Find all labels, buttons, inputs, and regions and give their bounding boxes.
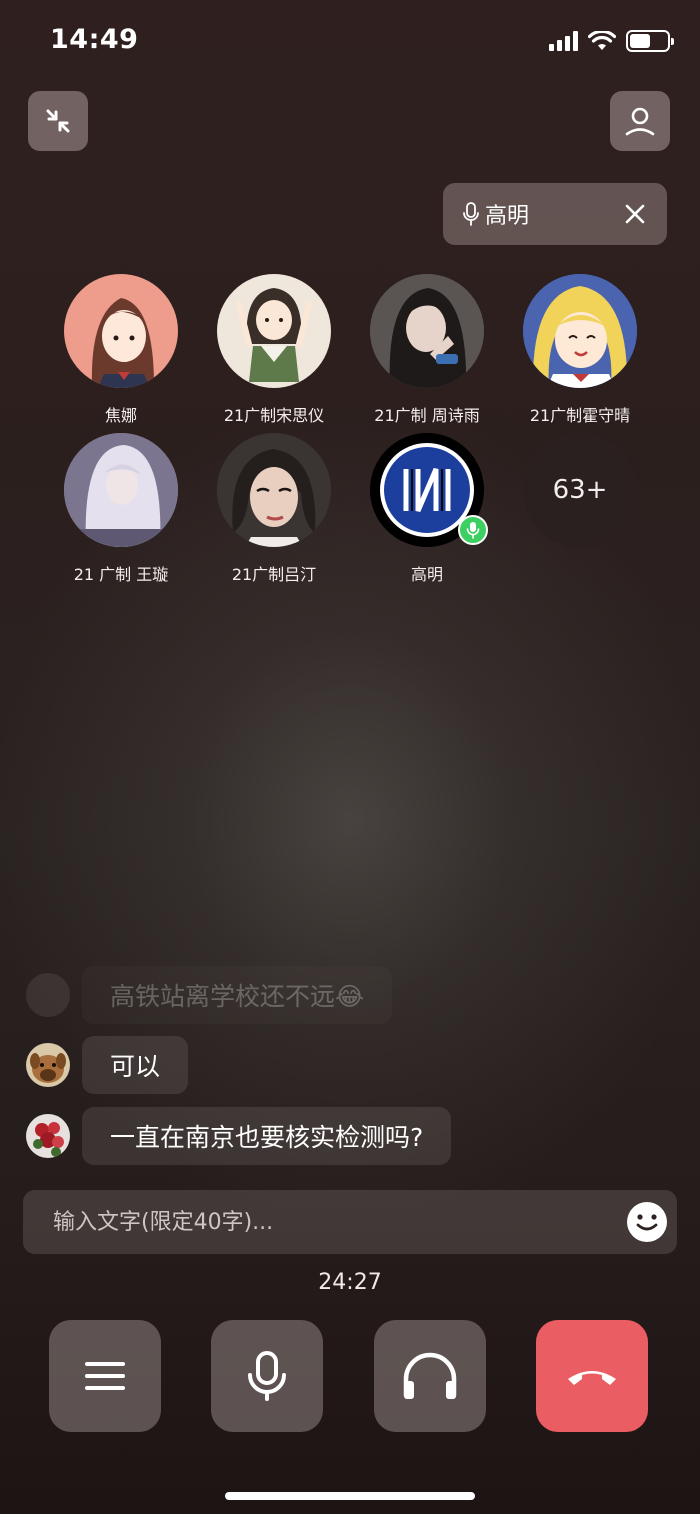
participant-name: 21广制吕汀 bbox=[231, 565, 317, 584]
participant-tile[interactable]: 21 广制 王璇 bbox=[56, 433, 186, 585]
photo-silver-hair-avatar bbox=[64, 433, 178, 547]
cartoon-woman-avatar bbox=[217, 433, 331, 547]
participant-tile[interactable]: 焦娜 bbox=[56, 274, 186, 426]
call-timer: 24:27 bbox=[318, 1270, 382, 1295]
menu-button[interactable] bbox=[49, 1320, 161, 1432]
emoji-button[interactable] bbox=[627, 1202, 667, 1242]
chat-bubble: 可以 bbox=[82, 1036, 189, 1094]
profile-button[interactable] bbox=[610, 91, 670, 151]
chat-message: 可以 bbox=[26, 1036, 189, 1094]
participant-name: 高明 bbox=[410, 565, 443, 584]
chat-input[interactable] bbox=[53, 1209, 613, 1235]
participant-name: 21广制宋思仪 bbox=[223, 406, 325, 425]
participant-tile[interactable]: 高明 bbox=[362, 433, 492, 585]
more-participants-button[interactable]: 63+ bbox=[515, 433, 645, 547]
more-participants-count: 63+ bbox=[523, 433, 637, 547]
cartoon-sweater-avatar bbox=[217, 274, 331, 388]
microphone-icon bbox=[248, 1351, 286, 1401]
chat-avatar bbox=[26, 973, 70, 1017]
chat-bubble: 一直在南京也要核实检测吗? bbox=[82, 1107, 452, 1165]
minimize-button[interactable] bbox=[28, 91, 88, 151]
current-speaker-pill: 高明 bbox=[443, 183, 667, 245]
microphone-small-icon bbox=[463, 202, 479, 226]
participant-tile[interactable]: 21广制吕汀 bbox=[209, 433, 339, 585]
participant-name: 焦娜 bbox=[104, 406, 137, 425]
signal-icon bbox=[549, 31, 578, 51]
status-time: 14:49 bbox=[50, 24, 139, 55]
menu-icon bbox=[85, 1362, 125, 1390]
wifi-icon bbox=[588, 31, 616, 50]
participant-name: 21 广制 王璇 bbox=[73, 565, 169, 584]
person-icon bbox=[625, 107, 655, 136]
participant-tile[interactable]: 21广制 周诗雨 bbox=[362, 274, 492, 426]
participant-name: 21广制 周诗雨 bbox=[374, 406, 480, 425]
dog-avatar bbox=[26, 1043, 70, 1087]
chat-bubble: 高铁站离学校还不远😂 bbox=[82, 966, 393, 1024]
status-icons bbox=[549, 30, 674, 52]
current-speaker-name: 高明 bbox=[485, 204, 530, 229]
close-icon[interactable] bbox=[623, 202, 647, 226]
home-indicator[interactable] bbox=[225, 1492, 475, 1500]
sailor-moon-avatar bbox=[523, 274, 637, 388]
speaking-mic-icon bbox=[458, 515, 488, 545]
cartoon-girl-avatar bbox=[64, 274, 178, 388]
collapse-arrows-icon bbox=[46, 109, 70, 133]
chat-message: 高铁站离学校还不远😂 bbox=[26, 966, 393, 1024]
participant-tile[interactable]: 21广制霍守晴 bbox=[515, 274, 645, 426]
photo-girl-avatar bbox=[370, 274, 484, 388]
participant-tile[interactable]: 21广制宋思仪 bbox=[209, 274, 339, 426]
headphones-icon bbox=[403, 1352, 457, 1399]
participant-name: 21广制霍守晴 bbox=[529, 406, 631, 425]
microphone-button[interactable] bbox=[211, 1320, 323, 1432]
hang-up-button[interactable] bbox=[536, 1320, 648, 1432]
smiley-icon bbox=[636, 1214, 658, 1231]
flowers-avatar bbox=[26, 1114, 70, 1158]
hang-up-icon bbox=[568, 1371, 616, 1385]
chat-input-bar bbox=[23, 1190, 677, 1254]
battery-icon bbox=[626, 30, 674, 52]
chat-message: 一直在南京也要核实检测吗? bbox=[26, 1107, 452, 1165]
speaker-button[interactable] bbox=[374, 1320, 486, 1432]
